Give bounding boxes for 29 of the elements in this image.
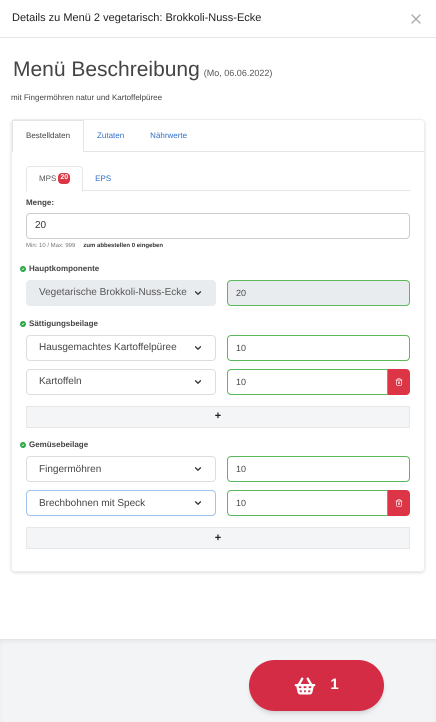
add-button[interactable]: + <box>26 527 410 550</box>
date-label: (Mo, 06.06.2022) <box>204 67 272 80</box>
option-select[interactable]: Hausgemachtes Kartoffelpüree <box>26 334 216 360</box>
modal-title: Details zu Menü 2 vegetarisch: Brokkoli-Nuss-Ecke <box>12 11 262 26</box>
section-label: Sättigungsbeilage <box>29 318 98 330</box>
option-select[interactable]: Kartoffeln <box>26 368 216 394</box>
add-button[interactable]: + <box>26 406 410 428</box>
tab[interactable]: Nährwerte <box>137 120 200 152</box>
option-select[interactable]: Brechbohnen mit Speck <box>26 490 216 516</box>
section-label: Hauptkomponente <box>29 262 100 274</box>
tab[interactable]: Zutaten <box>84 120 138 152</box>
menu-subtitle: mit Fingermöhren natur und Kartoffelpüree <box>11 92 164 104</box>
quantity-field[interactable]: 20 <box>26 212 410 238</box>
delete-button[interactable] <box>388 368 410 394</box>
page-heading: Menü Beschreibung <box>13 57 200 83</box>
tab[interactable]: Bestelldaten <box>12 120 84 152</box>
cart-button[interactable]: 1 <box>249 660 384 711</box>
section-label: Gemüsebeilage <box>29 439 88 452</box>
delete-button[interactable] <box>388 490 410 516</box>
portion-field[interactable]: 10 <box>227 368 388 394</box>
trash-icon <box>395 499 403 508</box>
basket-icon <box>294 674 316 696</box>
trash-icon <box>395 378 403 386</box>
quantity-label: Menge: <box>26 196 55 208</box>
option-select[interactable]: Fingermöhren <box>26 456 216 482</box>
subtab[interactable]: EPS <box>83 166 124 192</box>
portion-field[interactable]: 10 <box>227 490 388 516</box>
portion-field[interactable]: 10 <box>227 334 410 360</box>
portion-field[interactable]: 10 <box>227 456 410 482</box>
